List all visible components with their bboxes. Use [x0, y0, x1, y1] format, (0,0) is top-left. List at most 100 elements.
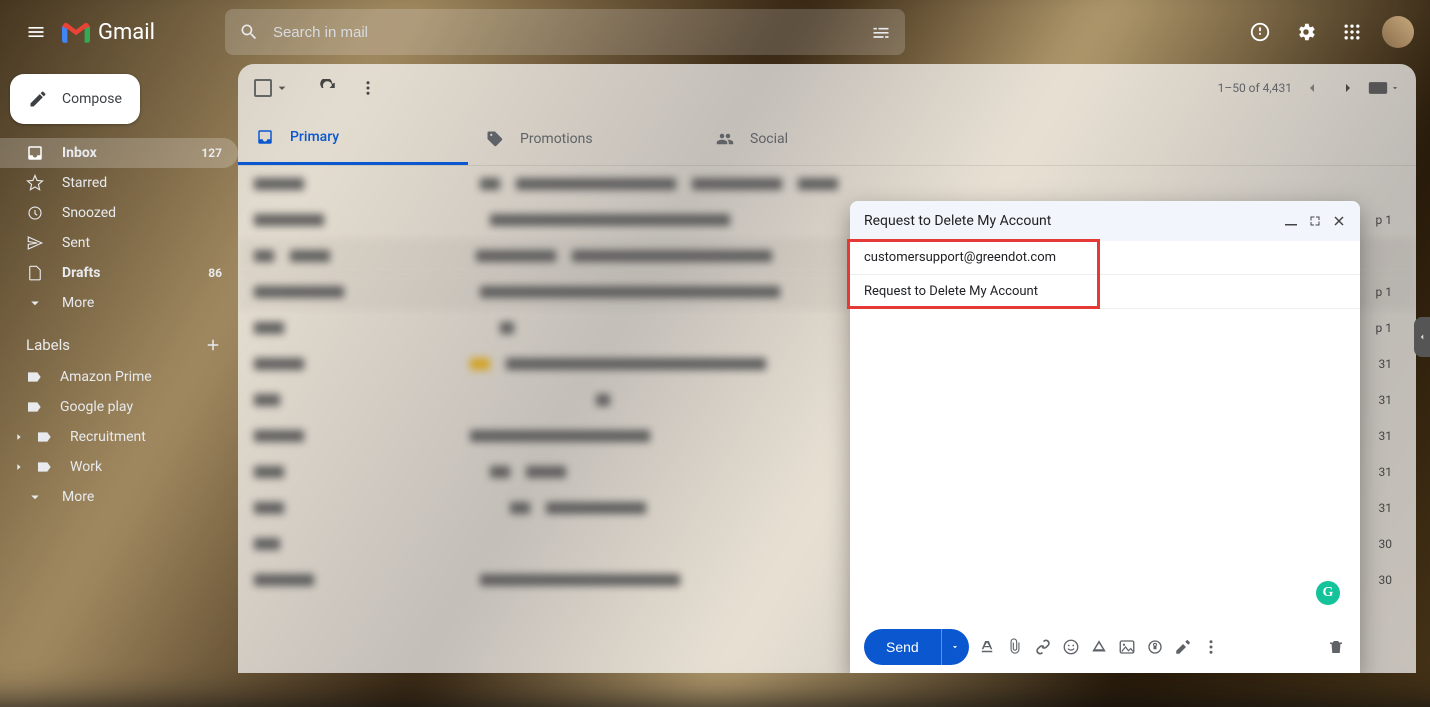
compose-to-field[interactable]: customersupport@greendot.com: [850, 241, 1360, 275]
emoji-icon[interactable]: [1061, 637, 1081, 657]
label-google-play[interactable]: Google play: [0, 392, 238, 422]
nav-inbox-label: Inbox: [62, 145, 97, 161]
row-date: 31: [1376, 346, 1392, 382]
caret-icon: [14, 462, 24, 472]
compose-window: Request to Delete My Account customersup…: [850, 201, 1360, 673]
compose-subject-field[interactable]: Request to Delete My Account: [850, 275, 1360, 309]
inbox-tab-icon: [256, 128, 274, 146]
main-menu-icon[interactable]: [16, 12, 56, 52]
label-amazon-prime[interactable]: Amazon Prime: [0, 362, 238, 392]
image-icon[interactable]: [1117, 637, 1137, 657]
clock-icon: [26, 204, 44, 222]
label-text: More: [62, 489, 94, 505]
nav-inbox-count: 127: [201, 146, 222, 160]
link-icon[interactable]: [1033, 637, 1053, 657]
search-icon: [239, 22, 259, 42]
label-work[interactable]: Work: [0, 452, 238, 482]
search-input[interactable]: [273, 24, 871, 41]
compose-footer: Send: [850, 621, 1360, 673]
app-header: Gmail: [0, 0, 1430, 64]
input-tools-icon[interactable]: [1368, 72, 1400, 104]
nav-snoozed-label: Snoozed: [62, 205, 116, 221]
drive-icon[interactable]: [1089, 637, 1109, 657]
nav-drafts-label: Drafts: [62, 265, 100, 281]
settings-icon[interactable]: [1286, 12, 1326, 52]
nav-sent[interactable]: Sent: [0, 228, 238, 258]
gmail-logo-icon: [62, 21, 90, 43]
tab-social[interactable]: Social: [698, 112, 928, 165]
refresh-icon[interactable]: [308, 68, 348, 108]
account-avatar[interactable]: [1382, 16, 1414, 48]
product-name: Gmail: [98, 20, 155, 45]
side-panel-toggle[interactable]: [1414, 317, 1430, 357]
prev-page-icon[interactable]: [1296, 72, 1328, 104]
nav-more[interactable]: More: [0, 288, 238, 318]
file-icon: [26, 264, 44, 282]
label-icon: [36, 429, 52, 445]
row-date: 30: [1376, 562, 1392, 598]
chevron-down-icon: [26, 488, 44, 506]
tab-promotions[interactable]: Promotions: [468, 112, 698, 165]
tag-icon: [486, 130, 504, 148]
signature-icon[interactable]: [1173, 637, 1193, 657]
nav-snoozed[interactable]: Snoozed: [0, 198, 238, 228]
compose-body[interactable]: [850, 309, 1360, 621]
label-icon: [36, 459, 52, 475]
grammarly-glyph: G: [1323, 585, 1334, 601]
toolbar: 1–50 of 4,431: [238, 64, 1416, 112]
label-text: Amazon Prime: [60, 369, 152, 385]
row-date: 31: [1376, 382, 1392, 418]
labels-more[interactable]: More: [0, 482, 238, 512]
nav-starred[interactable]: Starred: [0, 168, 238, 198]
category-tabs: Primary Promotions Social: [238, 112, 1416, 166]
formatting-icon[interactable]: [977, 637, 997, 657]
compose-button[interactable]: Compose: [10, 74, 140, 124]
support-icon[interactable]: [1240, 12, 1280, 52]
row-date: p 1: [1376, 202, 1392, 238]
pencil-icon: [28, 89, 48, 109]
close-icon[interactable]: [1332, 214, 1346, 228]
google-apps-icon[interactable]: [1332, 12, 1372, 52]
compose-label: Compose: [62, 91, 122, 107]
send-options-button[interactable]: [941, 629, 969, 665]
label-text: Recruitment: [70, 429, 146, 445]
label-icon: [26, 369, 42, 385]
minimize-icon[interactable]: [1284, 214, 1298, 228]
fullscreen-icon[interactable]: [1308, 214, 1322, 228]
row-date: 30: [1376, 526, 1392, 562]
add-label-icon[interactable]: [204, 336, 222, 354]
attach-icon[interactable]: [1005, 637, 1025, 657]
tab-primary[interactable]: Primary: [238, 112, 468, 165]
tab-primary-label: Primary: [290, 129, 339, 145]
nav-drafts[interactable]: Drafts 86: [0, 258, 238, 288]
compose-header[interactable]: Request to Delete My Account: [850, 201, 1360, 241]
more-options-icon[interactable]: [1201, 637, 1221, 657]
star-icon: [26, 174, 44, 192]
left-sidebar: Compose Inbox 127 Starred Snoozed Sent D…: [0, 64, 238, 673]
next-page-icon[interactable]: [1332, 72, 1364, 104]
discard-icon[interactable]: [1326, 637, 1346, 657]
label-text: Google play: [60, 399, 133, 415]
mail-row[interactable]: [238, 166, 1416, 202]
search-bar[interactable]: [225, 9, 905, 55]
label-recruitment[interactable]: Recruitment: [0, 422, 238, 452]
row-date: p 1: [1376, 274, 1392, 310]
nav-inbox[interactable]: Inbox 127: [0, 138, 238, 168]
search-options-icon[interactable]: [871, 22, 891, 42]
send-button[interactable]: Send: [864, 629, 941, 665]
gmail-logo[interactable]: Gmail: [62, 20, 155, 45]
compose-to-value: customersupport@greendot.com: [864, 250, 1056, 265]
nav-drafts-count: 86: [208, 266, 222, 280]
mail-main: 1–50 of 4,431 Primary Promotions Social: [238, 64, 1416, 673]
grammarly-icon[interactable]: G: [1316, 581, 1340, 605]
caret-down-icon: [274, 80, 290, 96]
send-icon: [26, 234, 44, 252]
tab-promotions-label: Promotions: [520, 131, 593, 147]
more-icon[interactable]: [348, 68, 388, 108]
chevron-down-icon: [26, 294, 44, 312]
row-date: [1376, 238, 1392, 274]
label-icon: [26, 399, 42, 415]
row-date: p 1: [1376, 310, 1392, 346]
confidential-icon[interactable]: [1145, 637, 1165, 657]
select-all[interactable]: [254, 79, 290, 97]
